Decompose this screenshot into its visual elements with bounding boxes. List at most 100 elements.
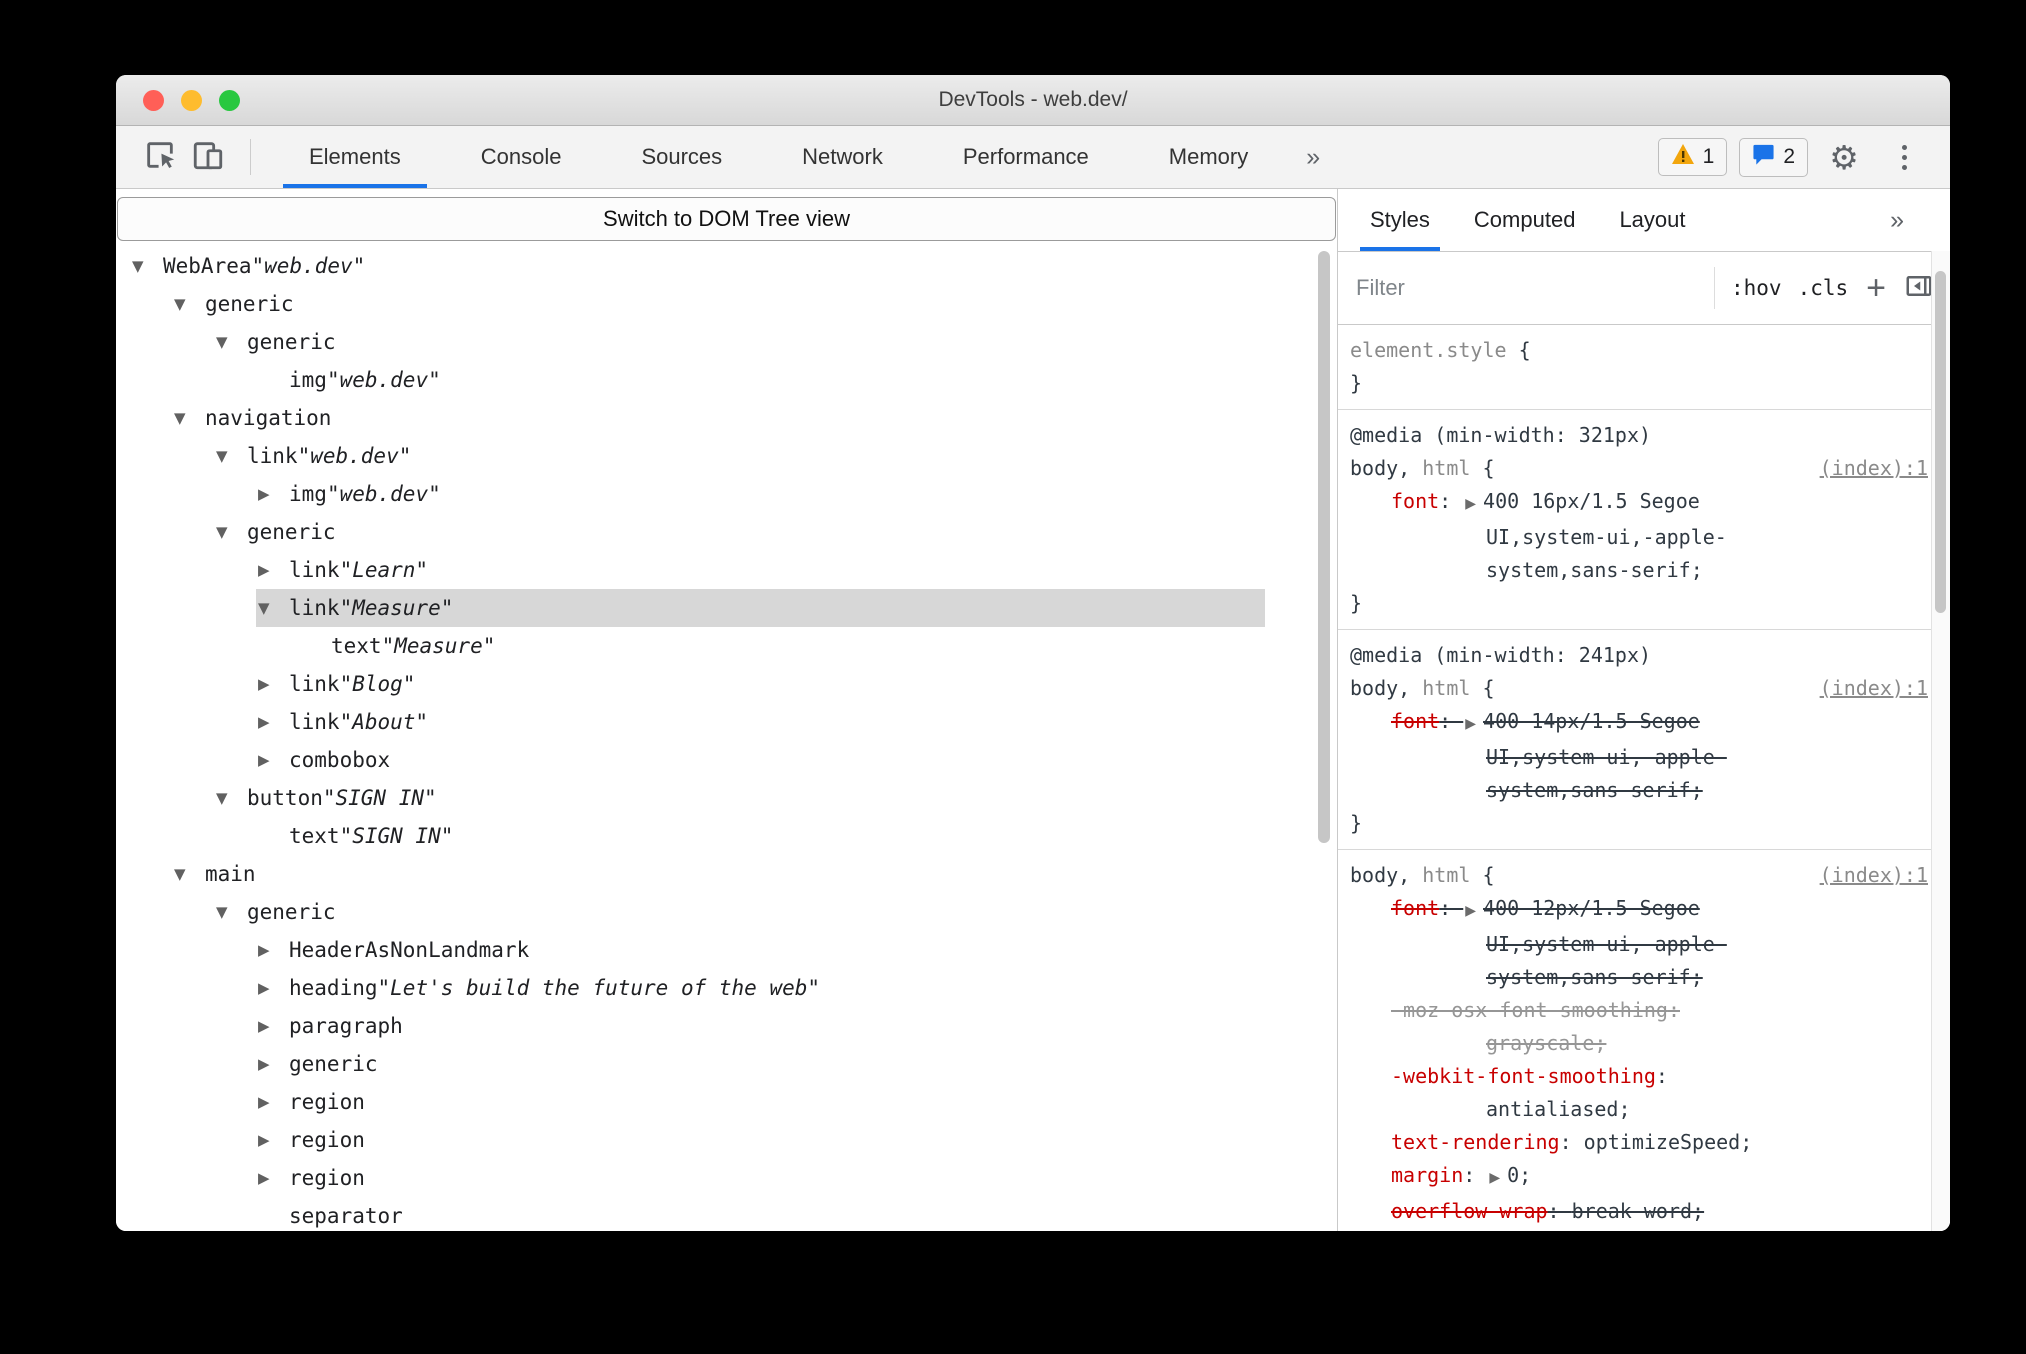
tree-row[interactable]: ▶ generic	[116, 1045, 1337, 1083]
collapsed-arrow-icon[interactable]: ▶	[258, 1131, 289, 1149]
expanded-arrow-icon[interactable]: ▼	[216, 523, 247, 541]
tree-row-content[interactable]: ▼ generic	[214, 323, 1265, 361]
more-sidebar-tabs-button[interactable]: »	[1872, 206, 1922, 235]
tab-console[interactable]: Console	[441, 126, 602, 188]
tree-row[interactable]: ▶ combobox	[116, 741, 1337, 779]
tree-row[interactable]: img "web.dev"	[116, 361, 1337, 399]
css-declaration[interactable]: font: ▶ 400 16px/1.5 Segoe UI,system-ui,-a…	[1350, 485, 1928, 587]
source-location-link[interactable]: (index):1	[1820, 859, 1928, 892]
tree-row-content[interactable]: text "SIGN IN"	[256, 817, 1265, 855]
collapsed-arrow-icon[interactable]: ▶	[258, 561, 289, 579]
tree-row[interactable]: ▼ generic	[116, 323, 1337, 361]
rule-selector[interactable]: element.style {	[1350, 334, 1928, 367]
collapsed-arrow-icon[interactable]: ▶	[258, 941, 289, 959]
css-declaration[interactable]: font: ▶ 400 12px/1.5 Segoe UI,system-ui, a…	[1350, 892, 1928, 994]
tree-row-content[interactable]: ▶ img "web.dev"	[256, 475, 1265, 513]
collapsed-arrow-icon[interactable]: ▶	[258, 1093, 289, 1111]
expanded-arrow-icon[interactable]: ▼	[216, 333, 247, 351]
css-declaration[interactable]: overflow-wrap: break-word;	[1350, 1195, 1928, 1228]
styles-filter-input[interactable]	[1354, 274, 1698, 302]
tree-row-content[interactable]: ▶ link "About"	[256, 703, 1265, 741]
source-location-link[interactable]: (index):1	[1820, 672, 1928, 705]
tree-row[interactable]: ▼ generic	[116, 513, 1337, 551]
tree-row-content[interactable]: ▶ link "Blog"	[256, 665, 1265, 703]
tree-row[interactable]: ▼ WebArea "web.dev"	[116, 247, 1337, 285]
sidebar-tab-computed[interactable]: Computed	[1452, 189, 1598, 251]
tree-row[interactable]: ▼ main	[116, 855, 1337, 893]
tree-row[interactable]: ▶ HeaderAsNonLandmark	[116, 931, 1337, 969]
tree-row[interactable]: ▶ link "Blog"	[116, 665, 1337, 703]
tree-row-content[interactable]: ▼ generic	[214, 513, 1265, 551]
tree-row-content[interactable]: ▶ paragraph	[256, 1007, 1265, 1045]
collapsed-arrow-icon[interactable]: ▶	[258, 1169, 289, 1187]
tab-memory[interactable]: Memory	[1129, 126, 1288, 188]
more-tabs-button[interactable]: »	[1288, 143, 1338, 172]
tree-row-content[interactable]: ▼ link "Measure"	[256, 589, 1265, 627]
tree-row[interactable]: text "SIGN IN"	[116, 817, 1337, 855]
tree-scrollbar-thumb[interactable]	[1318, 251, 1330, 843]
sidebar-toggle-button[interactable]	[1904, 271, 1934, 306]
css-declaration[interactable]: -webkit-font-smoothing: antialiased;	[1350, 1060, 1928, 1126]
tree-row-content[interactable]: ▶ region	[256, 1159, 1265, 1197]
tree-row[interactable]: ▼ generic	[116, 893, 1337, 931]
tree-row-content[interactable]: ▼ main	[172, 855, 1265, 893]
tree-row[interactable]: ▼ generic	[116, 285, 1337, 323]
sidebar-tab-layout[interactable]: Layout	[1597, 189, 1707, 251]
tree-row-content[interactable]: ▶ HeaderAsNonLandmark	[256, 931, 1265, 969]
expanded-arrow-icon[interactable]: ▼	[216, 903, 247, 921]
css-declaration[interactable]: -moz-osx-font-smoothing: grayscale;	[1350, 994, 1928, 1060]
main-menu-button[interactable]	[1880, 133, 1928, 181]
expand-shorthand-icon[interactable]: ▶	[1489, 1170, 1500, 1186]
css-declaration[interactable]: text-rendering: optimizeSpeed;	[1350, 1126, 1928, 1159]
tree-row[interactable]: ▶ region	[116, 1121, 1337, 1159]
styles-scrollbar-thumb[interactable]	[1935, 271, 1946, 613]
tree-row[interactable]: ▶ img "web.dev"	[116, 475, 1337, 513]
tree-row-content[interactable]: ▼ button "SIGN IN"	[214, 779, 1265, 817]
tree-row-content[interactable]: separator	[256, 1197, 1265, 1231]
expanded-arrow-icon[interactable]: ▼	[216, 789, 247, 807]
tree-row-content[interactable]: ▶ region	[256, 1121, 1265, 1159]
settings-button[interactable]: ⚙	[1820, 133, 1868, 181]
rule-selector[interactable]: (index):1 body, html {	[1350, 452, 1928, 485]
tree-row[interactable]: ▶ region	[116, 1159, 1337, 1197]
tree-row-content[interactable]: ▼ WebArea "web.dev"	[130, 247, 1265, 285]
tab-sources[interactable]: Sources	[601, 126, 762, 188]
expand-shorthand-icon[interactable]: ▶	[1465, 496, 1476, 512]
tree-row[interactable]: ▶ paragraph	[116, 1007, 1337, 1045]
css-declaration[interactable]: font: ▶ 400 14px/1.5 Segoe UI,system-ui,-a…	[1350, 705, 1928, 807]
expanded-arrow-icon[interactable]: ▼	[132, 257, 163, 275]
switch-to-dom-tree-button[interactable]: Switch to DOM Tree view	[117, 197, 1336, 241]
collapsed-arrow-icon[interactable]: ▶	[258, 1017, 289, 1035]
css-declaration[interactable]: margin: ▶ 0;	[1350, 1159, 1928, 1195]
tree-row-content[interactable]: ▼ link "web.dev"	[214, 437, 1265, 475]
warning-badge[interactable]: 1	[1657, 138, 1728, 176]
tree-row-content[interactable]: ▶ generic	[256, 1045, 1265, 1083]
messages-badge[interactable]: 2	[1739, 137, 1808, 177]
collapsed-arrow-icon[interactable]: ▶	[258, 1055, 289, 1073]
collapsed-arrow-icon[interactable]: ▶	[258, 713, 289, 731]
minimize-button[interactable]	[181, 89, 202, 111]
tree-row[interactable]: ▶ heading "Let's build the future of the …	[116, 969, 1337, 1007]
expanded-arrow-icon[interactable]: ▼	[174, 865, 205, 883]
pseudo-state-button[interactable]: :hov	[1731, 276, 1782, 300]
source-location-link[interactable]: (index):1	[1820, 452, 1928, 485]
close-button[interactable]	[143, 89, 164, 111]
new-style-rule-button[interactable]: +	[1866, 271, 1886, 305]
tree-row[interactable]: ▶ link "Learn"	[116, 551, 1337, 589]
tree-row-content[interactable]: img "web.dev"	[256, 361, 1265, 399]
expanded-arrow-icon[interactable]: ▼	[174, 409, 205, 427]
tree-row[interactable]: ▶ region	[116, 1083, 1337, 1121]
styles-scrollbar[interactable]	[1931, 251, 1950, 1231]
tree-row[interactable]: ▼ link "Measure"	[116, 589, 1337, 627]
collapsed-arrow-icon[interactable]: ▶	[258, 751, 289, 769]
tree-row-content[interactable]: ▶ link "Learn"	[256, 551, 1265, 589]
class-toggle-button[interactable]: .cls	[1798, 276, 1849, 300]
tab-performance[interactable]: Performance	[923, 126, 1129, 188]
rule-selector[interactable]: (index):1 body, html {	[1350, 672, 1928, 705]
tree-row-content[interactable]: ▼ generic	[214, 893, 1265, 931]
collapsed-arrow-icon[interactable]: ▶	[258, 675, 289, 693]
tree-row[interactable]: ▼ navigation	[116, 399, 1337, 437]
sidebar-tab-styles[interactable]: Styles	[1348, 189, 1452, 251]
tree-row-content[interactable]: ▶ region	[256, 1083, 1265, 1121]
tree-row-content[interactable]: ▼ navigation	[172, 399, 1265, 437]
